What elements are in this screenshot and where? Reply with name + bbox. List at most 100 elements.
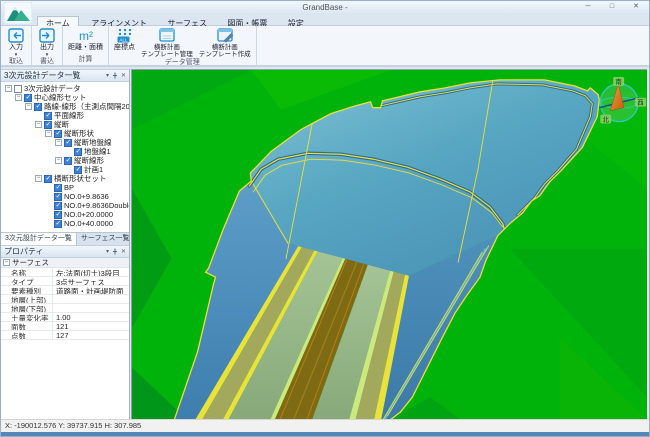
ribbon-tab-strip: ホーム アラインメント サーフェス 図面・帳票 設定: [1, 13, 649, 26]
output-label: 出力: [40, 44, 54, 52]
title-bar: GrandBase - ─ □ ✕: [1, 1, 649, 13]
distance-area-button[interactable]: m² 距離・面積: [65, 27, 106, 52]
input-label: 入力: [9, 44, 23, 52]
app-logo-icon[interactable]: [4, 2, 32, 24]
tree-pin-icon[interactable]: [112, 72, 118, 79]
coordinate-points-button[interactable]: ALL 座標点: [111, 27, 138, 52]
compass-south-label: 南: [615, 77, 622, 86]
checkbox-checked[interactable]: [44, 112, 52, 120]
checkbox-checked[interactable]: [54, 202, 62, 210]
close-button[interactable]: ✕: [624, 1, 648, 13]
import-icon: [6, 27, 26, 44]
property-row[interactable]: タイプ3点サーフェス: [1, 277, 129, 286]
tree-item[interactable]: NO.0+40.0000: [3, 219, 129, 228]
tree-item[interactable]: −横断形状セット: [3, 174, 129, 183]
property-row[interactable]: 地層(上部): [1, 295, 129, 304]
tree-item[interactable]: BP: [3, 183, 129, 192]
checkbox-checked[interactable]: [74, 166, 82, 174]
ribbon-group-import: 入力 ▼ 取込: [1, 26, 32, 65]
expander-icon[interactable]: −: [15, 94, 22, 101]
group-label-data: データ管理: [109, 58, 256, 68]
checkbox-checked[interactable]: [54, 130, 62, 138]
property-close-icon[interactable]: ✕: [121, 249, 126, 255]
expander-icon[interactable]: −: [3, 259, 10, 266]
expander-icon[interactable]: −: [25, 103, 32, 110]
output-button[interactable]: 出力 ▼: [34, 27, 60, 57]
expander-icon[interactable]: −: [55, 157, 62, 164]
group-label-import: 取込: [1, 57, 31, 67]
tree-item[interactable]: 地盤線1: [3, 147, 129, 156]
window-bottom-border: [1, 432, 649, 436]
ribbon-group-data: ALL 座標点 横断計画 テンプレート管理: [109, 26, 257, 65]
template-create-label1: 横断計画: [212, 44, 238, 51]
checkbox-checked[interactable]: [34, 103, 42, 111]
tree-item[interactable]: NO.0+20.0000: [3, 210, 129, 219]
property-row[interactable]: 地層(下部): [1, 304, 129, 313]
checkbox-checked[interactable]: [44, 175, 52, 183]
property-row[interactable]: 要素種別道路面・計画堤防面: [1, 286, 129, 295]
ribbon: 入力 ▼ 取込 出力 ▼ 書込: [1, 26, 649, 67]
checkbox-checked[interactable]: [24, 94, 32, 102]
checkbox-checked[interactable]: [54, 193, 62, 201]
coordinate-points-label: 座標点: [114, 44, 135, 52]
checkbox-checked[interactable]: [64, 157, 72, 165]
sidebar-bottom-tabs: 3次元設計データ一覧 サーフェス一覧: [1, 232, 129, 245]
checkbox-checked[interactable]: [54, 184, 62, 192]
template-create-label2: テンプレート作成: [199, 51, 251, 58]
tree-panel-title: 3次元設計データ一覧: [4, 70, 80, 81]
property-row[interactable]: 点数127: [1, 331, 129, 340]
template-create-icon: [215, 27, 235, 44]
property-row[interactable]: 名称左:法面(切土)3段目: [1, 268, 129, 277]
template-manage-button[interactable]: 横断計画 テンプレート管理: [138, 27, 196, 58]
ribbon-group-calc: m² 距離・面積 計算: [63, 26, 109, 65]
tree-close-icon[interactable]: ✕: [121, 73, 126, 79]
status-bar: X: -190012.576 Y: 39737.915 H: 307.985: [1, 419, 649, 432]
export-icon: [37, 27, 57, 44]
input-button[interactable]: 入力 ▼: [3, 27, 29, 57]
tab-design-data-list[interactable]: 3次元設計データ一覧: [1, 233, 77, 245]
checkbox-checked[interactable]: [44, 121, 52, 129]
tree-item[interactable]: NO.0+9.8636Double: [3, 201, 129, 210]
property-row[interactable]: 土量変化率1.00: [1, 313, 129, 322]
expander-icon[interactable]: −: [55, 139, 62, 146]
distance-area-label: 距離・面積: [68, 44, 103, 52]
3d-viewport[interactable]: 南 西 北: [131, 69, 647, 419]
maximize-button[interactable]: □: [600, 1, 624, 13]
tab-surface-list[interactable]: サーフェス一覧: [77, 233, 134, 245]
cursor-coordinates: X: -190012.576 Y: 39737.915 H: 307.985: [5, 421, 141, 430]
expander-icon[interactable]: −: [35, 175, 42, 182]
property-category-row[interactable]: − サーフェス: [1, 258, 129, 268]
tree-item[interactable]: −縦断線形: [3, 156, 129, 165]
checkbox-checked[interactable]: [54, 220, 62, 228]
checkbox-unchecked[interactable]: [14, 85, 22, 93]
svg-text:m²: m²: [79, 29, 93, 43]
expander-icon[interactable]: −: [5, 85, 12, 92]
property-panel-empty-area: [1, 340, 129, 419]
compass-north-label: 北: [603, 116, 610, 124]
tree-item[interactable]: NO.0+9.8636: [3, 192, 129, 201]
template-create-button[interactable]: 横断計画 テンプレート作成: [196, 27, 254, 58]
expander-icon[interactable]: −: [35, 121, 42, 128]
template-manage-label1: 横断計画: [154, 44, 180, 51]
tree-menu-icon[interactable]: ▾: [106, 73, 109, 79]
group-label-calc: 計算: [63, 55, 108, 65]
minimize-button[interactable]: ─: [576, 1, 600, 13]
compass-west-label: 西: [637, 99, 644, 107]
app-window: GrandBase - ─ □ ✕ ホーム アラインメント サーフェス 図面・帳…: [0, 0, 650, 437]
checkbox-checked[interactable]: [54, 211, 62, 219]
property-menu-icon[interactable]: ▾: [106, 249, 109, 255]
left-sidebar: 3次元設計データ一覧 ▾ ✕ −3次元設計データ −中心線形セット −路線-線形…: [1, 69, 130, 419]
area-icon: m²: [76, 27, 96, 44]
checkbox-checked[interactable]: [64, 139, 72, 147]
property-row[interactable]: 面数121: [1, 322, 129, 331]
checkbox-checked[interactable]: [74, 148, 82, 156]
property-pin-icon[interactable]: [112, 248, 118, 255]
template-manage-icon: [157, 27, 177, 44]
coordinate-points-icon: ALL: [115, 27, 135, 44]
property-category-label: サーフェス: [12, 257, 49, 268]
3d-viewport-canvas[interactable]: 南 西 北: [132, 70, 647, 419]
expander-icon[interactable]: −: [45, 130, 52, 137]
design-data-tree: −3次元設計データ −中心線形セット −路線-線形（主測点間隔20m 平面線形 …: [1, 82, 129, 232]
template-manage-label2: テンプレート管理: [141, 51, 193, 58]
ribbon-group-export: 出力 ▼ 書込: [32, 26, 63, 65]
